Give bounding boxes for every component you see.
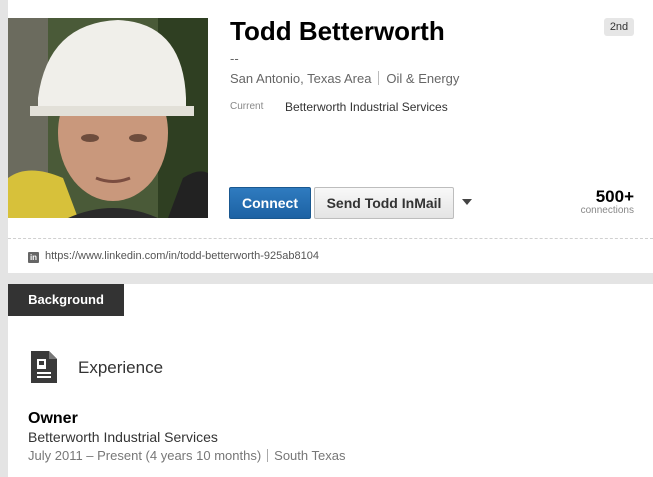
position-company-link[interactable]: Betterworth Industrial Services (28, 429, 218, 445)
profile-photo-illustration (8, 18, 208, 218)
public-profile-url[interactable]: https://www.linkedin.com/in/todd-betterw… (45, 250, 319, 262)
section-separator (0, 273, 653, 284)
position-location: South Texas (274, 448, 346, 463)
linkedin-icon: in (28, 252, 39, 263)
current-company-link[interactable]: Betterworth Industrial Services (285, 100, 448, 114)
connections-label: connections (580, 205, 634, 216)
profile-industry[interactable]: Oil & Energy (386, 71, 459, 86)
profile-photo[interactable] (8, 18, 208, 218)
position-dates: July 2011 – Present (4 years 10 months) (28, 448, 262, 463)
divider (378, 71, 380, 85)
send-inmail-button[interactable]: Send Todd InMail (314, 187, 454, 219)
background-tab[interactable]: Background (8, 284, 124, 316)
document-icon (30, 350, 58, 389)
location-industry-row: San Antonio, Texas Area Oil & Energy (230, 71, 459, 86)
current-label: Current (230, 101, 264, 112)
caret-down-icon[interactable] (462, 199, 472, 205)
profile-location[interactable]: San Antonio, Texas Area (230, 71, 371, 86)
public-profile-url-row: in https://www.linkedin.com/in/todd-bette… (28, 250, 319, 263)
divider (8, 238, 653, 239)
left-gutter (0, 0, 8, 477)
connect-button[interactable]: Connect (229, 187, 311, 219)
connection-degree-badge: 2nd (604, 18, 634, 36)
profile-headline: -- (230, 51, 239, 66)
experience-heading: Experience (78, 358, 164, 377)
divider (267, 449, 269, 462)
position-meta: July 2011 – Present (4 years 10 months) S… (28, 448, 345, 463)
position-title: Owner (28, 410, 78, 427)
profile-name: Todd Betterworth (230, 16, 445, 46)
connections-count: 500+ (595, 187, 634, 206)
